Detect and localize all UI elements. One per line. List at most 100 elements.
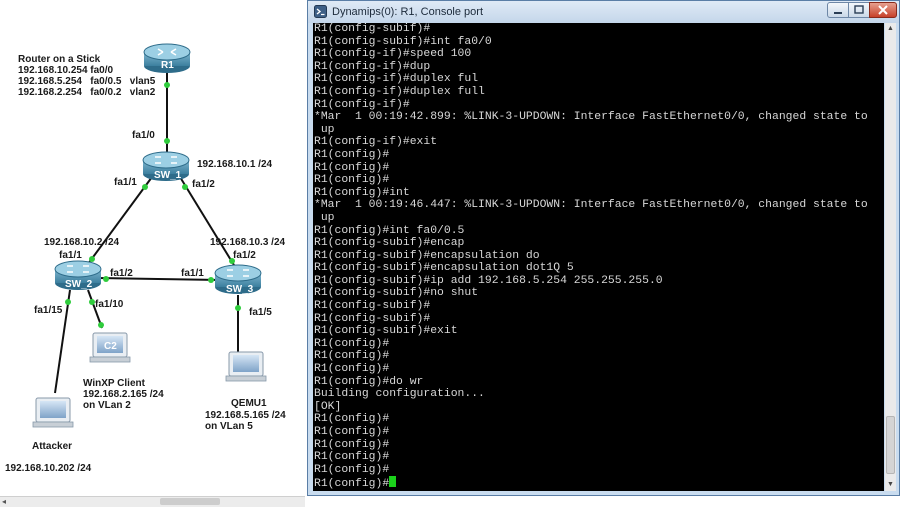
port-label: fa1/2 <box>192 179 215 190</box>
close-button[interactable] <box>869 2 897 18</box>
port-label: fa1/2 <box>110 268 133 279</box>
window-title: Dynamips(0): R1, Console port <box>332 6 484 18</box>
pc-attacker-label[interactable]: Attacker <box>32 441 72 452</box>
port-label: fa1/1 <box>181 268 204 279</box>
link-dot <box>182 184 188 190</box>
link-dot <box>235 305 241 311</box>
port-label: fa1/1 <box>114 177 137 188</box>
port-label: fa1/15 <box>34 305 63 316</box>
minimize-button[interactable] <box>827 2 849 18</box>
pc-qemu1-note: on VLan 5 <box>205 421 253 432</box>
terminal-line: R1(config-if)# <box>314 98 410 111</box>
pc-c2-note: WinXP Client <box>83 378 145 389</box>
terminal-line: R1(config)# <box>314 174 390 187</box>
terminal-line: [OK] <box>314 400 342 413</box>
router-note-line: 192.168.5.254 fa0/0.5 vlan5 <box>18 76 156 87</box>
terminal-line: R1(config)# <box>314 438 390 451</box>
terminal-line: R1(config-subif)#exit <box>314 325 458 338</box>
pc-c2-note: on VLan 2 <box>83 400 131 411</box>
port-label: fa1/5 <box>249 307 272 318</box>
terminal-line: R1(config-if)#dup <box>314 60 431 73</box>
terminal-line: Building configuration... <box>314 388 485 401</box>
terminal-line: R1(config)#do wr <box>314 375 424 388</box>
link-sw1-sw3 <box>179 176 238 271</box>
port-label: fa1/0 <box>132 130 155 141</box>
link-dot <box>164 138 170 144</box>
switch-sw3-ip: 192.168.10.3 /24 <box>210 237 286 248</box>
link-sw1-sw2 <box>84 176 153 269</box>
scrollbar-thumb[interactable] <box>886 416 895 474</box>
pc-c2-note: 192.168.2.165 /24 <box>83 389 164 400</box>
link-dot <box>164 82 170 88</box>
canvas-horizontal-scrollbar[interactable]: ◂ <box>0 496 305 507</box>
terminal-lines: R1(config-subif)# R1(config-subif)#int f… <box>313 23 868 491</box>
router-r1-label[interactable]: R1 <box>161 60 174 71</box>
console-window[interactable]: Dynamips(0): R1, Console port R1(config-… <box>307 0 900 496</box>
terminal-line: R1(config-if)#duplex full <box>314 85 485 98</box>
link-dot <box>89 256 95 262</box>
maximize-button[interactable] <box>848 2 870 18</box>
router-note-title: Router on a Stick <box>18 54 101 65</box>
terminal-line: R1(config)# <box>314 161 390 174</box>
pc-qemu1-note: 192.168.5.165 /24 <box>205 410 286 421</box>
terminal-line: R1(config-subif)#int fa0/0 <box>314 35 492 48</box>
port-label: fa1/10 <box>95 299 124 310</box>
link-dot <box>208 277 214 283</box>
minimize-icon <box>834 12 842 14</box>
window-titlebar[interactable]: Dynamips(0): R1, Console port <box>308 1 899 23</box>
terminal-line: R1(config-subif)# <box>314 23 431 35</box>
router-note-line: 192.168.2.254 fa0/0.2 vlan2 <box>18 87 156 98</box>
terminal-line: R1(config)# <box>314 413 390 426</box>
pc-qemu1-label[interactable]: QEMU1 <box>231 398 267 409</box>
terminal-line: R1(config)# <box>314 451 390 464</box>
link-dot <box>65 299 71 305</box>
switch-sw3-label[interactable]: SW_3 <box>226 284 253 295</box>
switch-sw2-ip: 192.168.10.2 /24 <box>44 237 120 248</box>
switch-sw1-label[interactable]: SW_1 <box>154 170 181 181</box>
scrollbar-thumb[interactable] <box>160 498 220 505</box>
router-note-line: 192.168.10.254 fa0/0 <box>18 65 114 76</box>
link-dot <box>103 276 109 282</box>
terminal-line: R1(config-if)#duplex ful <box>314 73 479 86</box>
pc-attacker-icon <box>32 397 74 428</box>
topology-canvas[interactable]: R1 Router on a Stick 192.168.10.254 fa0/… <box>0 0 305 507</box>
scroll-left-icon[interactable]: ◂ <box>2 497 6 506</box>
terminal-line: R1(config-if)#exit <box>314 136 438 149</box>
terminal-line: R1(config)# <box>314 337 390 350</box>
terminal-line: R1(config)#int <box>314 186 410 199</box>
scroll-down-icon[interactable]: ▼ <box>885 479 896 491</box>
port-label: fa1/2 <box>233 250 256 261</box>
terminal-line: R1(config)#int fa0/0.5 <box>314 224 465 237</box>
terminal-line: R1(config-subif)#no shut <box>314 287 479 300</box>
pc-attacker-ip: 192.168.10.202 /24 <box>5 463 92 474</box>
terminal-vertical-scrollbar[interactable]: ▲ ▼ <box>885 23 896 491</box>
terminal-prompt: R1(config)# <box>314 478 390 491</box>
close-icon <box>878 5 888 15</box>
link-dot <box>142 184 148 190</box>
terminal-line: R1(config)# <box>314 148 390 161</box>
switch-sw1-ip: 192.168.10.1 /24 <box>197 159 273 170</box>
terminal-line: up <box>314 123 335 136</box>
port-label: fa1/1 <box>59 250 82 261</box>
text-cursor <box>389 476 397 488</box>
terminal-line: R1(config)# <box>314 363 390 376</box>
terminal-line: R1(config-subif)#encapsulation dot1Q 5 <box>314 262 574 275</box>
pc-c2-label[interactable]: C2 <box>104 341 117 352</box>
terminal-line: *Mar 1 00:19:46.447: %LINK-3-UPDOWN: Int… <box>314 199 868 212</box>
terminal-output[interactable]: R1(config-subif)# R1(config-subif)#int f… <box>313 23 884 491</box>
terminal-app-icon <box>314 5 327 18</box>
terminal-line: R1(config-if)#speed 100 <box>314 48 472 61</box>
terminal-line: *Mar 1 00:19:42.899: %LINK-3-UPDOWN: Int… <box>314 111 868 124</box>
terminal-line: R1(config-subif)# <box>314 312 431 325</box>
pc-qemu1-icon <box>225 351 267 382</box>
terminal-line: R1(config)# <box>314 426 390 438</box>
switch-sw2-label[interactable]: SW_2 <box>65 279 92 290</box>
link-dot <box>98 322 104 328</box>
terminal-line: R1(config-subif)#encapsulation do <box>314 249 540 262</box>
terminal-line: R1(config-subif)#ip add 192.168.5.254 25… <box>314 274 663 287</box>
terminal-line: R1(config-subif)# <box>314 300 431 313</box>
scroll-up-icon[interactable]: ▲ <box>885 23 896 35</box>
terminal-prompt-line[interactable]: R1(config)# <box>313 476 868 491</box>
terminal-line: up <box>314 211 335 224</box>
maximize-icon <box>854 5 864 14</box>
